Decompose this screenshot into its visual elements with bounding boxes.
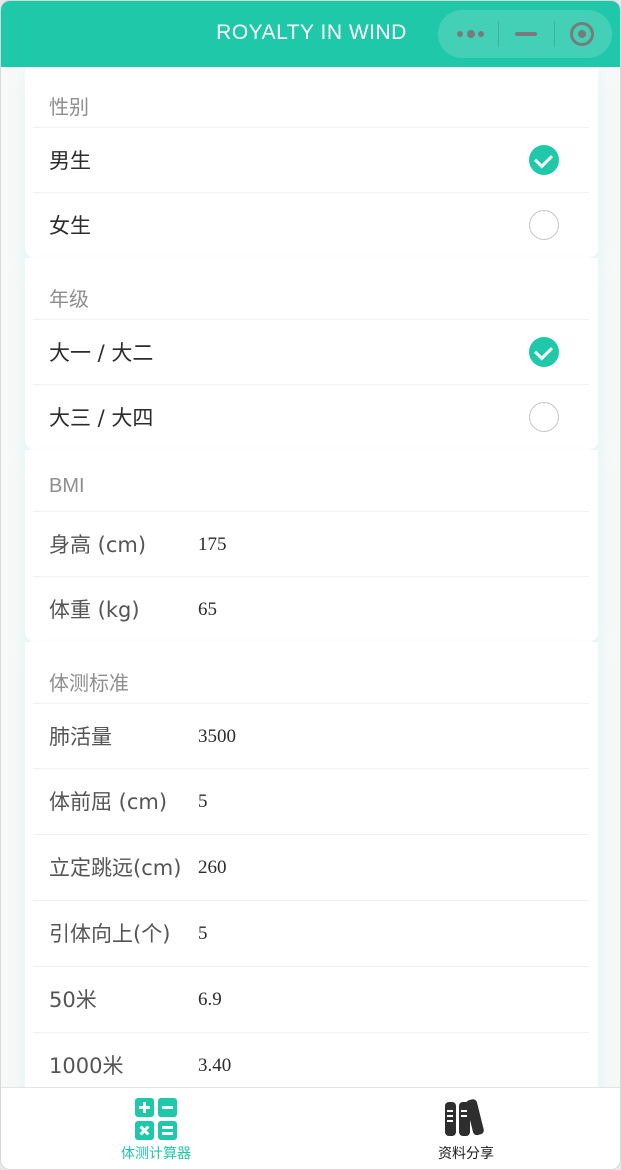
field-label: 立定跳远(cm) [49,856,182,880]
field-label: 体前屈 (cm) [49,790,168,814]
height-input[interactable]: 175 [198,512,227,578]
field-label: 肺活量 [49,725,112,749]
app-window: ROYALTY IN WIND 性别 男生 女生 年级 大一 / 大二 大三 /… [0,0,621,1170]
capsule-menu [438,10,612,58]
option-label: 男生 [49,149,91,173]
unchecked-circle-icon [529,210,559,240]
radio-option-grade-3-4[interactable]: 大三 / 大四 [25,385,585,451]
close-target-icon [570,22,594,46]
option-label: 女生 [49,214,91,238]
sit-and-reach-input[interactable]: 5 [198,769,208,835]
sit-and-reach-row[interactable]: 体前屈 (cm) 5 [25,769,585,835]
option-label: 大三 / 大四 [49,406,154,430]
long-jump-row[interactable]: 立定跳远(cm) 260 [25,835,585,901]
section-header-standards: 体测标准 [49,673,129,695]
books-icon [445,1098,489,1138]
minimize-icon [515,32,537,36]
calculator-icon [135,1098,177,1140]
run-1000m-row[interactable]: 1000米 3.40 [25,1033,585,1087]
radio-option-grade-1-2[interactable]: 大一 / 大二 [25,320,585,386]
pull-up-input[interactable]: 5 [198,901,208,967]
section-header-bmi: BMI [49,475,85,497]
option-label: 大一 / 大二 [49,341,154,365]
field-label: 身高 (cm) [49,533,147,557]
title-bar: ROYALTY IN WIND [1,1,620,67]
weight-input-row[interactable]: 体重 (kg) 65 [25,577,585,643]
minimize-button[interactable] [498,10,556,58]
vital-capacity-input[interactable]: 3500 [198,704,236,770]
checked-circle-icon [529,337,559,367]
section-header-grade: 年级 [49,289,89,311]
unchecked-circle-icon [529,402,559,432]
run-1000m-input[interactable]: 3.40 [198,1033,231,1087]
field-label: 体重 (kg) [49,598,140,622]
field-label: 1000米 [49,1054,124,1078]
more-dots-icon [457,30,487,38]
section-header-gender: 性别 [49,97,89,119]
checked-circle-icon [529,145,559,175]
long-jump-input[interactable]: 260 [198,835,227,901]
tab-bar: 体测计算器 资料分享 [1,1087,620,1169]
sprint-50m-row[interactable]: 50米 6.9 [25,967,585,1033]
pull-up-row[interactable]: 引体向上(个) 5 [25,901,585,967]
tab-label: 资料分享 [438,1146,494,1162]
main-content: 性别 男生 女生 年级 大一 / 大二 大三 / 大四 BMI 身高 (cm) [1,67,620,1087]
weight-input[interactable]: 65 [198,577,217,643]
height-input-row[interactable]: 身高 (cm) 175 [25,512,585,578]
radio-option-female[interactable]: 女生 [25,193,585,259]
field-label: 引体向上(个) [49,922,171,946]
sprint-50m-input[interactable]: 6.9 [198,967,222,1033]
tab-label: 体测计算器 [121,1146,191,1162]
field-label: 50米 [49,988,97,1012]
radio-option-male[interactable]: 男生 [25,128,585,194]
vital-capacity-row[interactable]: 肺活量 3500 [25,704,585,770]
more-button[interactable] [438,10,496,58]
close-button[interactable] [554,10,612,58]
